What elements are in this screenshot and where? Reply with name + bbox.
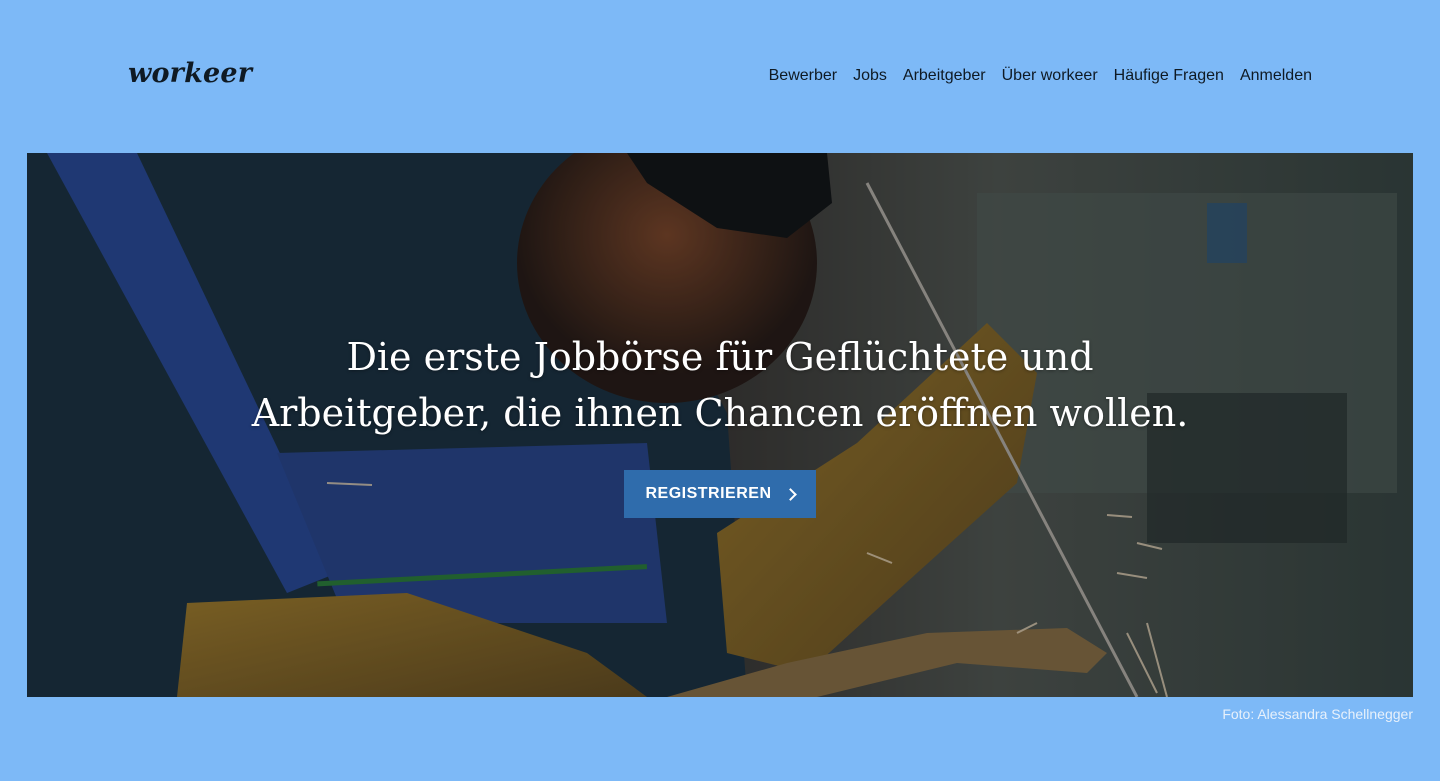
logo-link[interactable]: workeer bbox=[128, 58, 252, 89]
nav-item-arbeitgeber[interactable]: Arbeitgeber bbox=[903, 66, 986, 86]
nav-item-jobs[interactable]: Jobs bbox=[853, 66, 887, 86]
hero-headline-line-1: Die erste Jobbörse für Geflüchtete und bbox=[346, 335, 1094, 379]
hero-headline: Die erste Jobbörse für Geflüchtete und A… bbox=[170, 329, 1270, 441]
nav-item-haeufige-fragen[interactable]: Häufige Fragen bbox=[1114, 66, 1224, 86]
register-button-label: REGISTRIEREN bbox=[645, 485, 772, 502]
chevron-right-icon bbox=[783, 488, 797, 501]
hero-section: Die erste Jobbörse für Geflüchtete und A… bbox=[27, 153, 1413, 697]
hero-headline-line-2: Arbeitgeber, die ihnen Chancen eröffnen … bbox=[251, 391, 1189, 435]
main-nav: Bewerber Jobs Arbeitgeber Über workeer H… bbox=[769, 66, 1312, 86]
nav-item-ueber-workeer[interactable]: Über workeer bbox=[1002, 66, 1098, 86]
nav-item-bewerber[interactable]: Bewerber bbox=[769, 66, 837, 86]
site-header: workeer Bewerber Jobs Arbeitgeber Über w… bbox=[0, 0, 1440, 153]
register-button[interactable]: REGISTRIEREN bbox=[624, 470, 816, 518]
photo-credit: Foto: Alessandra Schellnegger bbox=[1222, 706, 1413, 722]
nav-item-anmelden[interactable]: Anmelden bbox=[1240, 66, 1312, 86]
